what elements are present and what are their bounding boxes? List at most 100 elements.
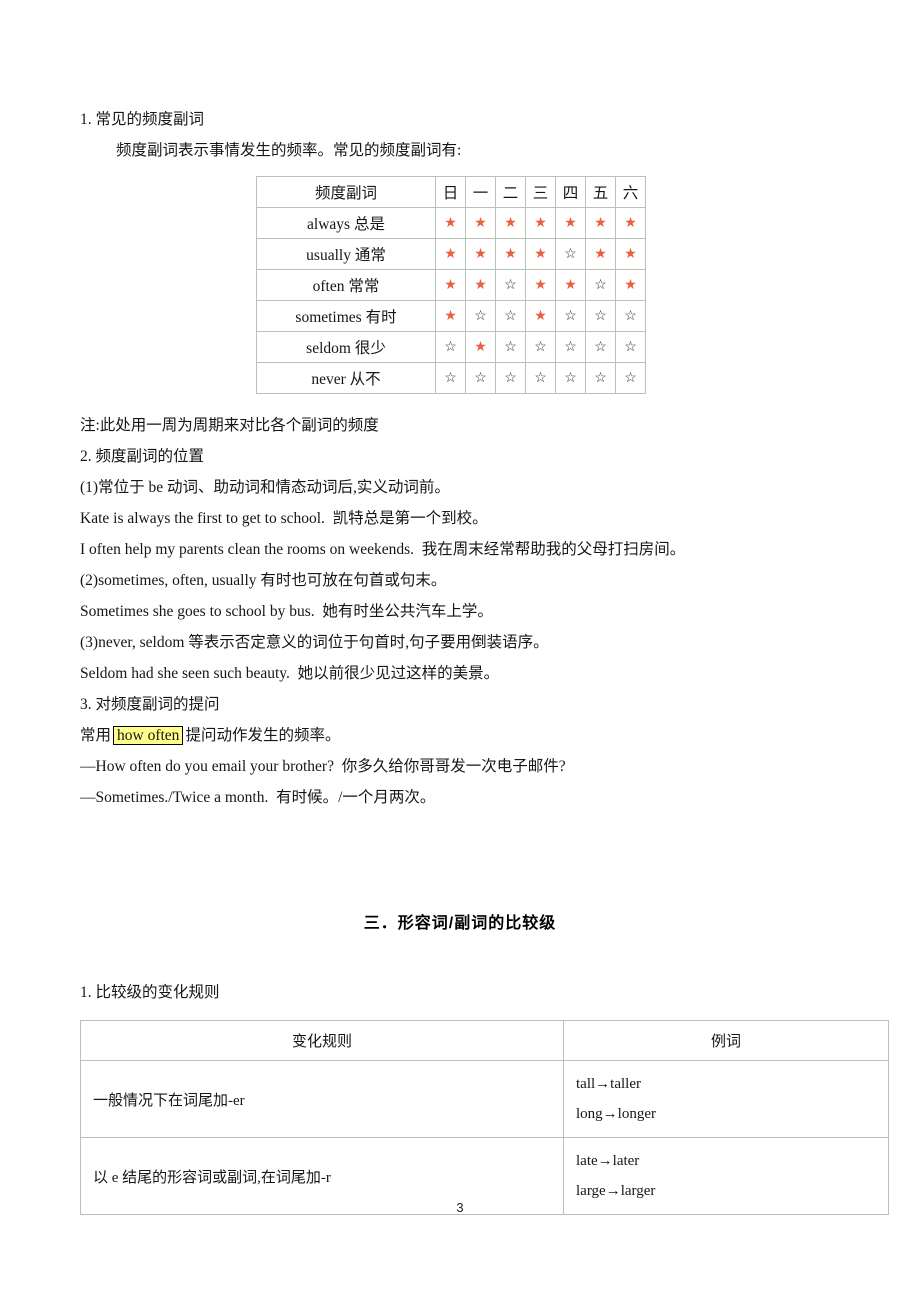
section2-line-4: (2)sometimes, often, usually 有时也可放在句首或句末…	[80, 572, 447, 589]
header-cell-fri: 五	[585, 176, 616, 208]
star-cell: ☆	[495, 331, 526, 363]
star-empty-icon: ☆	[624, 309, 637, 324]
star-cell: ☆	[615, 300, 646, 332]
star-cell: ☆	[435, 362, 466, 394]
star-cell: ★	[435, 238, 466, 270]
star-cell: ☆	[495, 300, 526, 332]
question-suffix: 提问动作发生的频率。	[185, 727, 341, 744]
star-empty-icon: ☆	[594, 309, 607, 324]
star-filled-icon: ★	[564, 278, 577, 293]
star-filled-icon: ★	[624, 216, 637, 231]
section3-qa-question: —How often do you email your brother? 你多…	[80, 758, 566, 775]
table-row: 一般情况下在词尾加-er tall→taller long→longer	[80, 1060, 889, 1138]
star-filled-icon: ★	[444, 216, 457, 231]
star-cell: ★	[525, 300, 556, 332]
star-empty-icon: ☆	[474, 371, 487, 386]
adverb-cell: always 总是	[256, 207, 436, 239]
star-empty-icon: ☆	[594, 371, 607, 386]
star-cell: ★	[465, 207, 496, 239]
section2-line-6: (3)never, seldom 等表示否定意义的词位于句首时,句子要用倒装语序…	[80, 634, 549, 651]
header-cell-wed: 三	[525, 176, 556, 208]
star-empty-icon: ☆	[504, 309, 517, 324]
example-cell: tall→taller long→longer	[563, 1060, 889, 1138]
star-empty-icon: ☆	[534, 371, 547, 386]
star-cell: ★	[465, 238, 496, 270]
star-empty-icon: ☆	[564, 371, 577, 386]
frequency-table-wrapper: 频度副词 日 一 二 三 四 五 六 always 总是 ★ ★ ★ ★ ★ ★ ★ usual…	[80, 176, 840, 394]
star-cell: ☆	[585, 300, 616, 332]
star-empty-icon: ☆	[474, 309, 487, 324]
star-filled-icon: ★	[504, 247, 517, 262]
star-cell: ★	[555, 207, 586, 239]
star-empty-icon: ☆	[504, 278, 517, 293]
star-filled-icon: ★	[444, 247, 457, 262]
star-empty-icon: ☆	[564, 309, 577, 324]
frequency-adverb-table: 频度副词 日 一 二 三 四 五 六 always 总是 ★ ★ ★ ★ ★ ★ ★ usual…	[256, 176, 646, 394]
star-cell: ☆	[495, 362, 526, 394]
star-cell: ☆	[465, 362, 496, 394]
header-cell-sun: 日	[435, 176, 466, 208]
star-cell: ★	[435, 269, 466, 301]
header-cell-sat: 六	[615, 176, 646, 208]
star-cell: ★	[495, 238, 526, 270]
document-page: 1. 常见的频度副词 频度副词表示事情发生的频率。常见的频度副词有: 频度副词 …	[0, 0, 920, 1302]
section2-line-5: Sometimes she goes to school by bus. 她有时…	[80, 603, 493, 620]
star-filled-icon: ★	[594, 247, 607, 262]
star-empty-icon: ☆	[534, 340, 547, 355]
star-cell: ☆	[615, 362, 646, 394]
section2-line-7: Seldom had she seen such beauty. 她以前很少见过…	[80, 665, 500, 682]
star-cell: ☆	[585, 331, 616, 363]
rules-table-body: 一般情况下在词尾加-er tall→taller long→longer 以 e 结尾…	[80, 1060, 889, 1215]
star-filled-icon: ★	[474, 340, 487, 355]
star-cell: ☆	[435, 331, 466, 363]
section3-qa-answer: —Sometimes./Twice a month. 有时候。/一个月两次。	[80, 789, 436, 806]
section2-heading: 2. 频度副词的位置	[80, 448, 205, 465]
star-cell: ★	[615, 269, 646, 301]
star-cell: ☆	[555, 300, 586, 332]
star-empty-icon: ☆	[564, 340, 577, 355]
star-filled-icon: ★	[594, 216, 607, 231]
page-content: 1. 常见的频度副词 频度副词表示事情发生的频率。常见的频度副词有: 频度副词 …	[80, 104, 889, 1215]
table-row: seldom 很少 ☆ ★ ☆ ☆ ☆ ☆ ☆	[256, 331, 646, 363]
star-empty-icon: ☆	[564, 247, 577, 262]
star-cell: ★	[555, 269, 586, 301]
star-cell: ★	[585, 238, 616, 270]
section2-line-2: Kate is always the first to get to schoo…	[80, 510, 488, 527]
star-filled-icon: ★	[444, 309, 457, 324]
star-cell: ★	[525, 238, 556, 270]
star-filled-icon: ★	[534, 247, 547, 262]
star-filled-icon: ★	[624, 247, 637, 262]
star-empty-icon: ☆	[444, 340, 457, 355]
star-cell: ☆	[555, 238, 586, 270]
header-cell-tue: 二	[495, 176, 526, 208]
star-empty-icon: ☆	[504, 340, 517, 355]
star-cell: ☆	[525, 362, 556, 394]
star-cell: ☆	[525, 331, 556, 363]
star-filled-icon: ★	[564, 216, 577, 231]
example-word: late→later	[576, 1153, 640, 1169]
star-filled-icon: ★	[624, 278, 637, 293]
adverb-cell: sometimes 有时	[256, 300, 436, 332]
adverb-cell: never 从不	[256, 362, 436, 394]
chapter3-title: 三．形容词/副词的比较级	[363, 915, 557, 932]
page-number: 3	[456, 1200, 464, 1215]
rules-header-example: 例词	[563, 1020, 889, 1061]
star-filled-icon: ★	[534, 309, 547, 324]
star-empty-icon: ☆	[594, 340, 607, 355]
table-row: often 常常 ★ ★ ☆ ★ ★ ☆ ★	[256, 269, 646, 301]
star-empty-icon: ☆	[504, 371, 517, 386]
star-cell: ☆	[555, 331, 586, 363]
question-prefix: 常用	[80, 727, 112, 744]
star-cell: ☆	[495, 269, 526, 301]
star-cell: ★	[465, 331, 496, 363]
star-cell: ★	[435, 207, 466, 239]
star-filled-icon: ★	[504, 216, 517, 231]
section1-intro: 频度副词表示事情发生的频率。常见的频度副词有:	[116, 142, 462, 159]
frequency-table-body: always 总是 ★ ★ ★ ★ ★ ★ ★ usually 通常 ★ ★ ★ ★ ☆ ★ ★ often 常…	[256, 207, 646, 394]
table-row: sometimes 有时 ★ ☆ ☆ ★ ☆ ☆ ☆	[256, 300, 646, 332]
example-word: long→longer	[576, 1106, 656, 1122]
header-cell-thu: 四	[555, 176, 586, 208]
star-cell: ★	[525, 207, 556, 239]
section3-question-line: 常用 how often 提问动作发生的频率。	[80, 720, 840, 751]
star-cell: ☆	[465, 300, 496, 332]
